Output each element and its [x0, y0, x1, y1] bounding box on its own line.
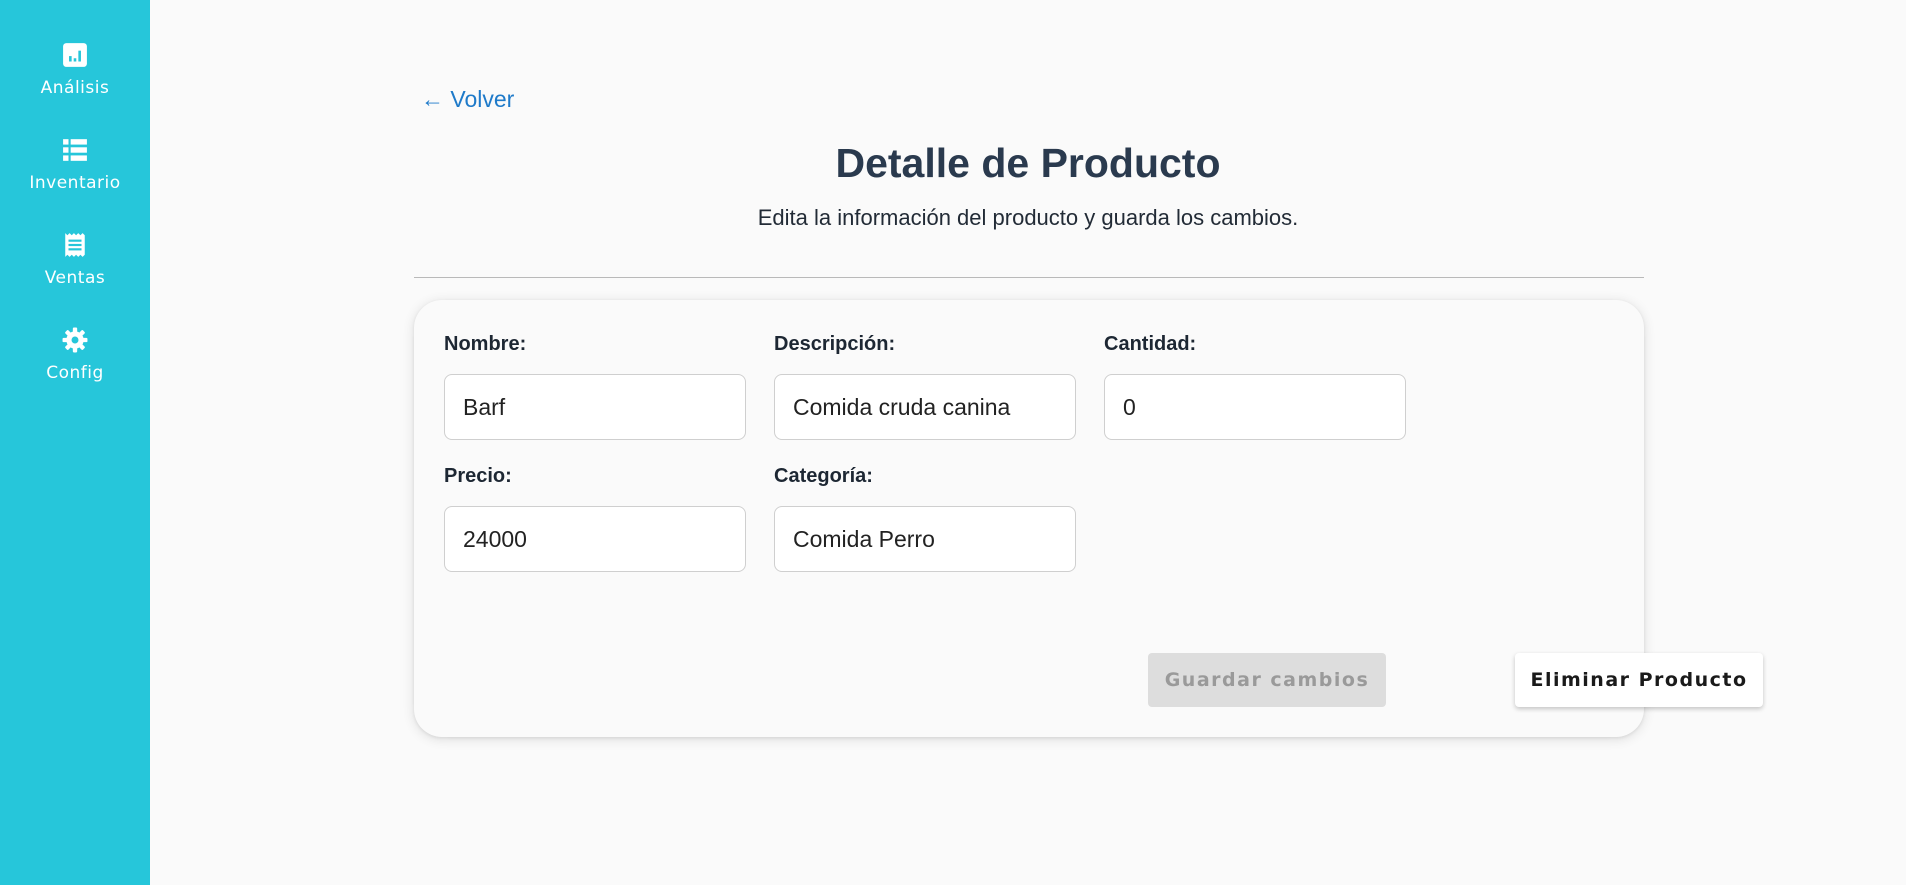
sidebar-item-label: Ventas [44, 268, 106, 288]
inventory-list-icon [63, 139, 87, 161]
cantidad-input[interactable] [1104, 374, 1406, 440]
main-content: ← Volver Detalle de Producto Edita la in… [150, 0, 1906, 885]
page-subtitle: Edita la información del producto y guar… [757, 205, 1299, 230]
precio-input[interactable] [444, 506, 746, 572]
page-title: Detalle de Producto [835, 140, 1221, 186]
sidebar-item-ventas[interactable]: Ventas [0, 232, 150, 288]
sidebar-item-label: Config [46, 363, 104, 383]
cantidad-field-group: Cantidad: [1104, 332, 1406, 440]
delete-product-button[interactable]: Eliminar Producto [1515, 653, 1763, 707]
categoria-input[interactable] [774, 506, 1076, 572]
nombre-field-group: Nombre: [444, 332, 746, 440]
save-button[interactable]: Guardar cambios [1148, 653, 1386, 707]
analytics-icon [63, 43, 87, 67]
categoria-label: Categoría: [774, 465, 873, 487]
precio-label: Precio: [444, 465, 512, 487]
sidebar-item-analisis[interactable]: Análisis [0, 42, 150, 98]
divider [414, 277, 1644, 278]
sidebar-item-label: Inventario [29, 173, 121, 193]
sidebar: Análisis Inventario Ventas Config [0, 0, 150, 885]
gear-icon [62, 327, 88, 353]
sidebar-item-config[interactable]: Config [0, 327, 150, 383]
product-form-card: Nombre: Descripción: Cantidad: Precio: C… [414, 300, 1763, 737]
categoria-field-group: Categoría: [774, 464, 1076, 572]
sidebar-item-inventario[interactable]: Inventario [0, 137, 150, 193]
sidebar-item-label: Análisis [40, 78, 110, 98]
descripcion-input[interactable] [774, 374, 1076, 440]
descripcion-label: Descripción: [774, 333, 896, 355]
cantidad-label: Cantidad: [1104, 333, 1197, 355]
precio-field-group: Precio: [444, 464, 746, 572]
back-link[interactable]: ← Volver [421, 86, 514, 113]
nombre-input[interactable] [444, 374, 746, 440]
descripcion-field-group: Descripción: [774, 332, 1076, 440]
receipt-icon [65, 233, 85, 257]
nombre-label: Nombre: [444, 333, 527, 355]
